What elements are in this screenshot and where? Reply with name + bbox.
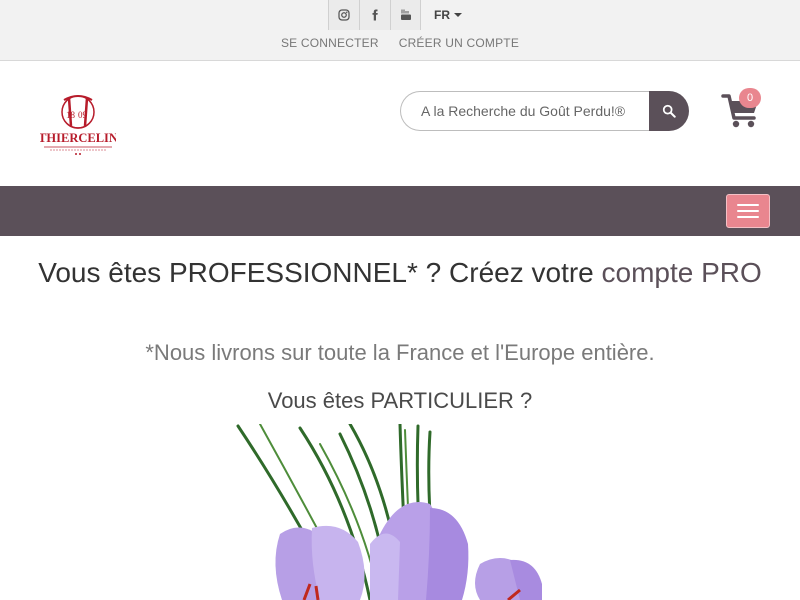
search-form (400, 91, 689, 131)
main-navbar (0, 186, 800, 236)
hamburger-icon (737, 204, 759, 206)
caret-down-icon (454, 13, 462, 17)
hamburger-icon (737, 216, 759, 218)
register-link[interactable]: CRÉER UN COMPTE (399, 36, 519, 50)
logo-year-right: 09 (78, 110, 88, 120)
account-links: SE CONNECTER CRÉER UN COMPTE (0, 36, 800, 50)
instagram-button[interactable] (328, 0, 359, 30)
search-input[interactable] (400, 91, 649, 131)
cart-count-badge: 0 (739, 88, 761, 108)
youtube-button[interactable] (390, 0, 421, 30)
social-links (328, 0, 421, 30)
delivery-note: *Nous livrons sur toute la France et l'E… (145, 340, 655, 365)
hamburger-icon (737, 210, 759, 212)
youtube-icon (400, 9, 411, 20)
search-button[interactable] (649, 91, 689, 131)
facebook-icon (372, 9, 378, 21)
facebook-button[interactable] (359, 0, 390, 30)
pro-headline: Vous êtes PROFESSIONNEL* ? Créez votre c… (0, 256, 800, 290)
menu-toggle-button[interactable] (726, 194, 770, 228)
search-icon (662, 104, 676, 118)
saffron-flower-image (230, 424, 560, 600)
particulier-heading: Vous êtes PARTICULIER ? (267, 388, 533, 413)
pro-account-link[interactable]: compte PRO (602, 257, 762, 288)
thiercelin-logo[interactable]: 18 09 THIERCELIN (38, 90, 118, 160)
logo-year-left: 18 (66, 110, 76, 120)
top-bar: FR SE CONNECTER CRÉER UN COMPTE (0, 0, 800, 61)
logo-text: THIERCELIN (40, 131, 116, 145)
language-selector[interactable]: FR (434, 0, 462, 30)
language-label: FR (434, 8, 450, 22)
headline-text: Vous êtes PROFESSIONNEL* ? Créez votre (38, 257, 602, 288)
login-link[interactable]: SE CONNECTER (281, 36, 379, 50)
instagram-icon (338, 9, 350, 21)
